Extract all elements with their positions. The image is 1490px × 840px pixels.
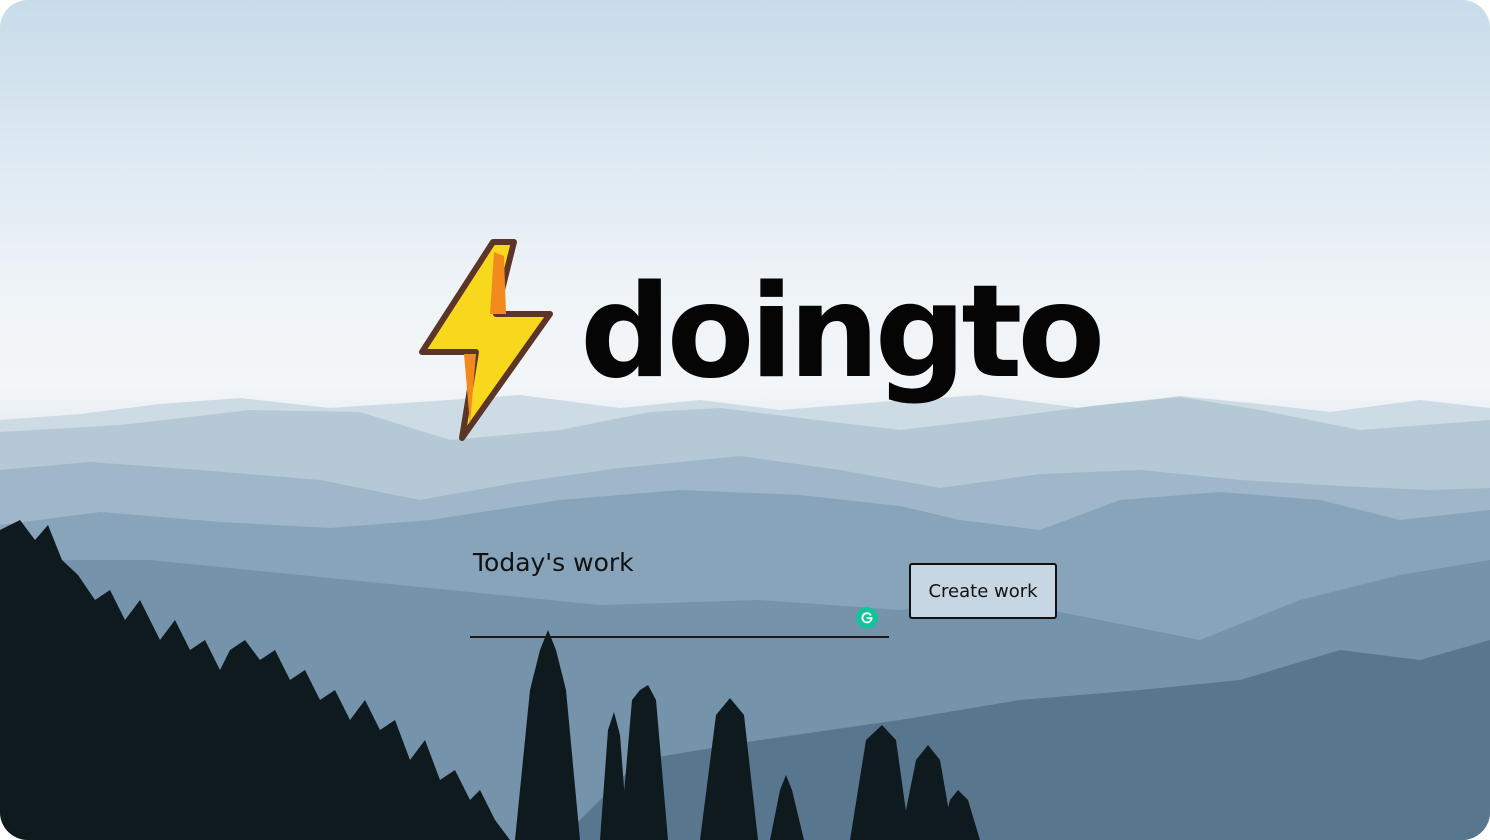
create-work-button[interactable]: Create work bbox=[909, 563, 1057, 619]
todays-work-input[interactable] bbox=[470, 598, 889, 638]
todays-work-label: Today's work bbox=[473, 548, 634, 577]
brand-header: doingto bbox=[418, 236, 1118, 446]
grammarly-g-icon[interactable] bbox=[856, 607, 878, 629]
lightning-bolt-icon bbox=[419, 239, 553, 441]
work-form: Today's work Create work bbox=[470, 546, 1070, 646]
grammarly-g-glyph bbox=[861, 612, 873, 624]
app-window: doingto Today's work Create work bbox=[0, 0, 1490, 840]
app-logo-text: doingto bbox=[580, 258, 1105, 407]
